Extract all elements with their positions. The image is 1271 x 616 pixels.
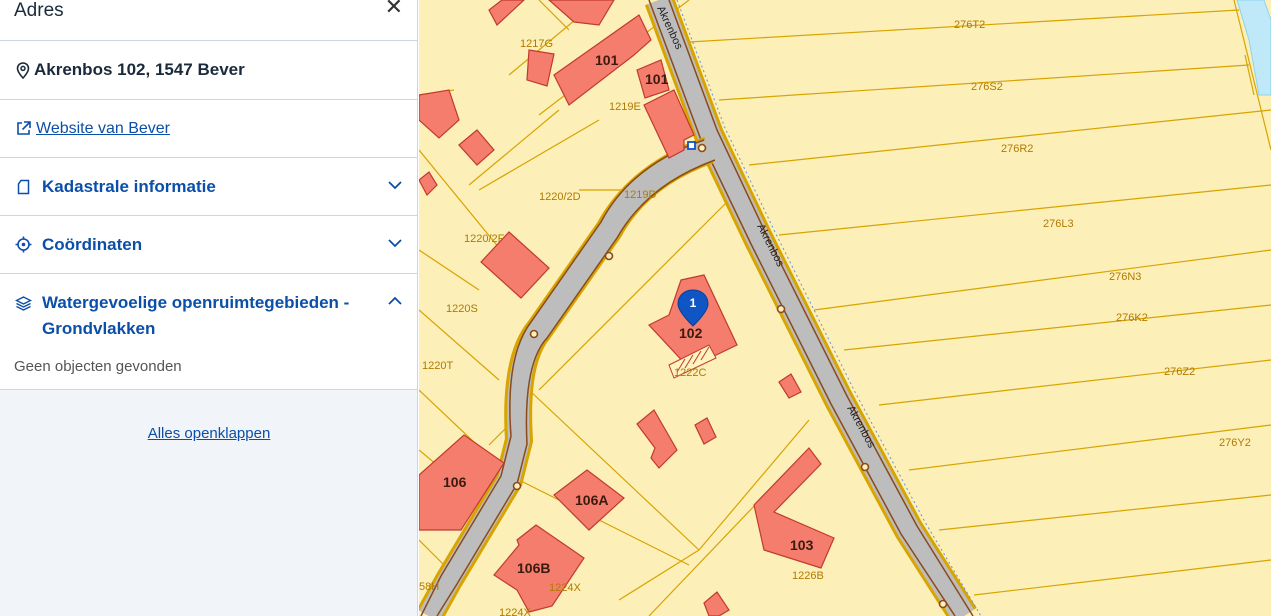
website-row: Website van Bever bbox=[0, 100, 417, 158]
section-header: Watergevoelige openruimtegebieden - Gron… bbox=[14, 290, 372, 342]
parcel-label: 276S2 bbox=[971, 81, 1003, 93]
marker-label: 1 bbox=[690, 296, 697, 310]
map-canvas[interactable]: 101 101 102 103 106 106A 106B 1217G 1219… bbox=[419, 0, 1271, 616]
parcel-label: 1219E bbox=[609, 101, 641, 113]
parcel-label: 1217G bbox=[520, 38, 553, 50]
parcel-label: 58H bbox=[419, 581, 439, 593]
parcel-label: 1220/2D bbox=[539, 191, 581, 203]
section-label: Coördinaten bbox=[42, 234, 143, 254]
section-empty-message: Geen objecten gevonden bbox=[14, 358, 182, 375]
section-label: Kadastrale informatie bbox=[42, 176, 216, 196]
house-number-label: 101 bbox=[595, 52, 619, 68]
chevron-down-icon bbox=[388, 239, 402, 248]
location-pin-icon bbox=[14, 61, 32, 79]
section-coordinaten[interactable]: Coördinaten bbox=[0, 216, 417, 274]
map-view[interactable]: 101 101 102 103 106 106A 106B 1217G 1219… bbox=[419, 0, 1271, 616]
sidebar: Adres ✕ Akrenbos 102, 1547 Bever Website… bbox=[0, 0, 418, 616]
parcel-label: 1220T bbox=[422, 360, 453, 372]
parcel-label: 276N3 bbox=[1109, 271, 1141, 283]
section-watergevoelige[interactable]: Watergevoelige openruimtegebieden - Gron… bbox=[0, 274, 417, 390]
parcel-label: 1220/2F bbox=[464, 233, 505, 245]
house-number-label: 106B bbox=[517, 560, 550, 576]
house-number-label: 106 bbox=[443, 474, 467, 490]
house-number-label: 106A bbox=[575, 492, 608, 508]
panel-header: Adres ✕ bbox=[0, 0, 417, 41]
chevron-down-icon bbox=[388, 181, 402, 190]
details-panel: Adres ✕ Akrenbos 102, 1547 Bever Website… bbox=[0, 0, 417, 390]
parcel-label: 276L3 bbox=[1043, 218, 1074, 230]
house-number-label: 103 bbox=[790, 537, 814, 553]
parcel-label: 276Z2 bbox=[1164, 366, 1195, 378]
house-number-label: 101 bbox=[645, 71, 669, 87]
parcel-icon bbox=[14, 178, 32, 196]
parcel-label: 276R2 bbox=[1001, 143, 1033, 155]
parcel-label: 276K2 bbox=[1116, 312, 1148, 324]
parcel-label: 1226B bbox=[792, 570, 824, 582]
parcel-label: 276T2 bbox=[954, 19, 985, 31]
section-kadastrale-informatie[interactable]: Kadastrale informatie bbox=[0, 158, 417, 216]
parcel-label: 276Y2 bbox=[1219, 437, 1251, 449]
panel-title: Adres bbox=[14, 0, 64, 21]
parcel-label: 1224X bbox=[549, 582, 581, 594]
crosshair-icon bbox=[14, 236, 32, 254]
parcel-label: 1224X bbox=[499, 607, 531, 616]
parcel-label: 1219D bbox=[624, 189, 656, 201]
chevron-up-icon bbox=[388, 296, 402, 305]
expand-all-link[interactable]: Alles openklappen bbox=[0, 425, 418, 442]
house-number-label: 102 bbox=[679, 325, 703, 341]
parcel-label: 1222C bbox=[674, 367, 706, 379]
section-label: Watergevoelige openruimtegebieden - Gron… bbox=[42, 293, 350, 338]
address-row: Akrenbos 102, 1547 Bever bbox=[0, 41, 417, 100]
parcel-label: 1220S bbox=[446, 303, 478, 315]
layers-icon bbox=[14, 294, 32, 312]
close-icon[interactable]: ✕ bbox=[385, 0, 403, 20]
external-link-icon bbox=[14, 120, 32, 138]
website-link[interactable]: Website van Bever bbox=[36, 120, 170, 138]
address-text: Akrenbos 102, 1547 Bever bbox=[34, 60, 245, 79]
